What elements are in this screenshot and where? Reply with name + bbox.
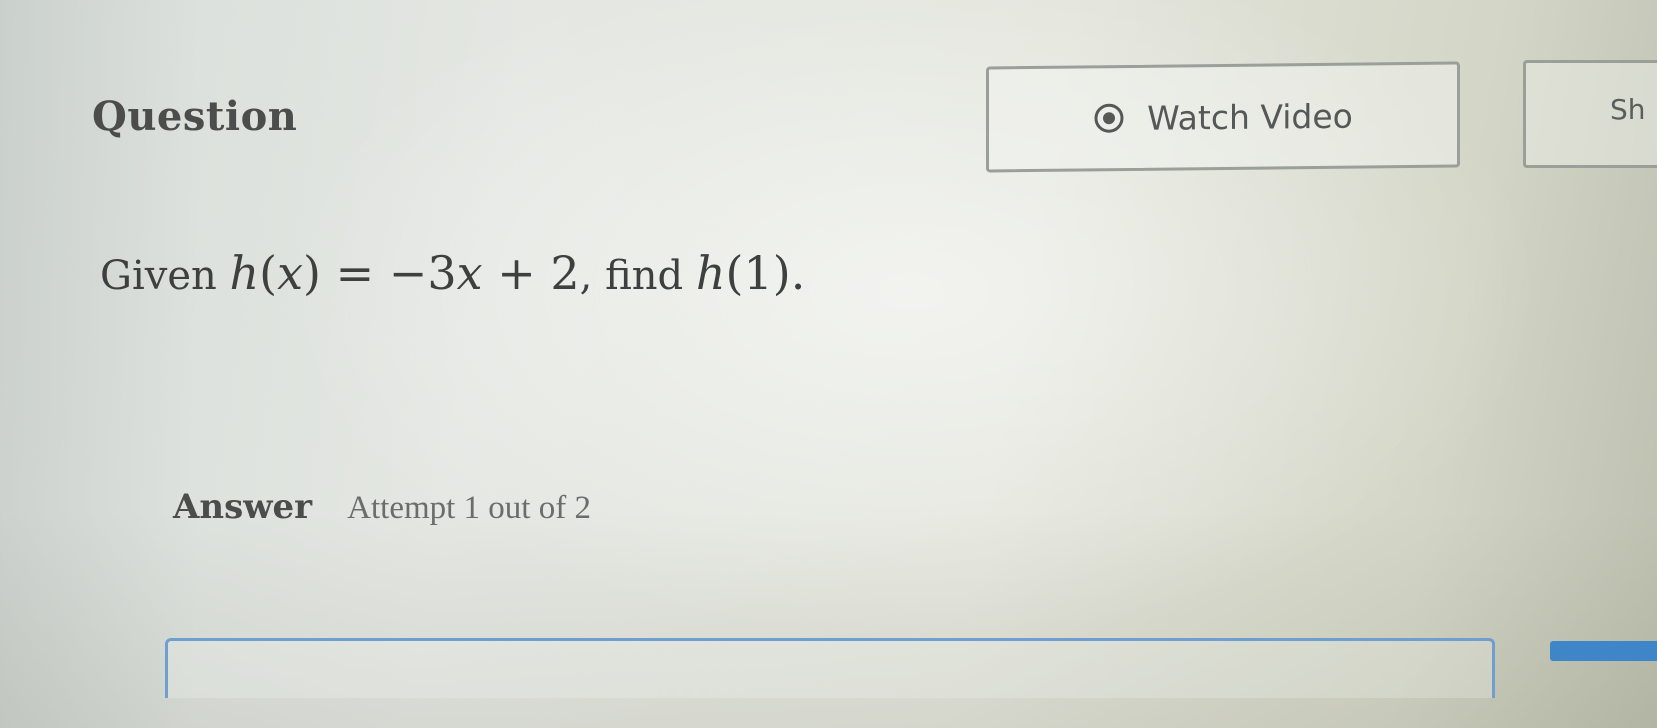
attempt-counter: Attempt 1 out of 2: [347, 490, 591, 526]
plus-sign: +: [497, 246, 536, 300]
evaluate-open-paren: (: [725, 246, 744, 300]
show-examples-button[interactable]: Sh: [1523, 60, 1657, 168]
minus-sign: −: [388, 246, 428, 300]
answer-input[interactable]: [165, 638, 1495, 698]
prompt-given: Given: [100, 253, 217, 299]
coefficient: 3: [427, 246, 457, 300]
end-period: .: [790, 246, 806, 300]
find-text: , find: [579, 253, 684, 299]
close-paren: ): [303, 246, 321, 300]
evaluate-close-paren: ): [772, 246, 791, 300]
open-paren: (: [259, 246, 278, 300]
term-variable: x: [456, 246, 483, 300]
constant: 2: [550, 246, 580, 300]
function-name: h: [229, 246, 260, 300]
watch-video-label: Watch Video: [1147, 96, 1353, 138]
evaluate-function-name: h: [695, 246, 726, 300]
watch-video-button[interactable]: Watch Video: [986, 61, 1460, 173]
evaluate-at-value: 1: [743, 246, 773, 300]
question-prompt: Given h(x) = −3x + 2, find h(1).: [100, 246, 805, 300]
answer-header: Answer Attempt 1 out of 2: [173, 487, 591, 527]
equals-sign: =: [335, 246, 375, 300]
evaluate-expression: h(1).: [696, 246, 805, 300]
answer-label: Answer: [173, 487, 313, 527]
question-heading: Question: [92, 93, 298, 140]
show-examples-label: Sh: [1610, 93, 1646, 126]
function-variable: x: [277, 246, 304, 300]
submit-answer-button[interactable]: [1550, 641, 1657, 661]
play-circle-icon: [1093, 102, 1125, 134]
function-expression: h(x) = −3x + 2: [230, 246, 580, 300]
